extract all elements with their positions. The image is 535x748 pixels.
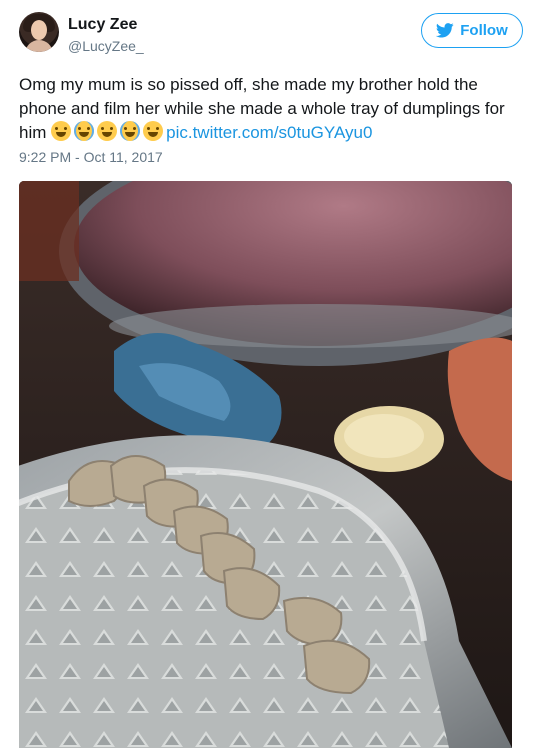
avatar-face	[31, 20, 47, 40]
tweet-text: Omg my mum is so pissed off, she made my…	[19, 73, 529, 145]
tears-of-joy-emoji-icon	[97, 121, 118, 141]
avatar[interactable]	[19, 12, 59, 52]
tears-of-joy-emoji-icon	[143, 121, 164, 141]
follow-button[interactable]: Follow	[421, 13, 523, 48]
follow-label: Follow	[460, 22, 508, 39]
tweet-timestamp[interactable]: 9:22 PM - Oct 11, 2017	[19, 149, 163, 165]
tweet-header: Lucy Zee @LucyZee_ Follow	[19, 12, 523, 56]
media-thumbnail[interactable]	[19, 181, 512, 748]
avatar-shoulder	[25, 40, 53, 52]
user-name[interactable]: Lucy Zee	[68, 16, 137, 34]
loudly-crying-emoji-icon	[120, 121, 141, 141]
media-link[interactable]: pic.twitter.com/s0tuGYAyu0	[166, 123, 372, 142]
twitter-bird-icon	[436, 23, 454, 38]
loudly-crying-emoji-icon	[74, 121, 95, 141]
tears-of-joy-emoji-icon	[51, 121, 72, 141]
video-frame-image	[19, 181, 512, 748]
user-handle[interactable]: @LucyZee_	[68, 38, 144, 54]
